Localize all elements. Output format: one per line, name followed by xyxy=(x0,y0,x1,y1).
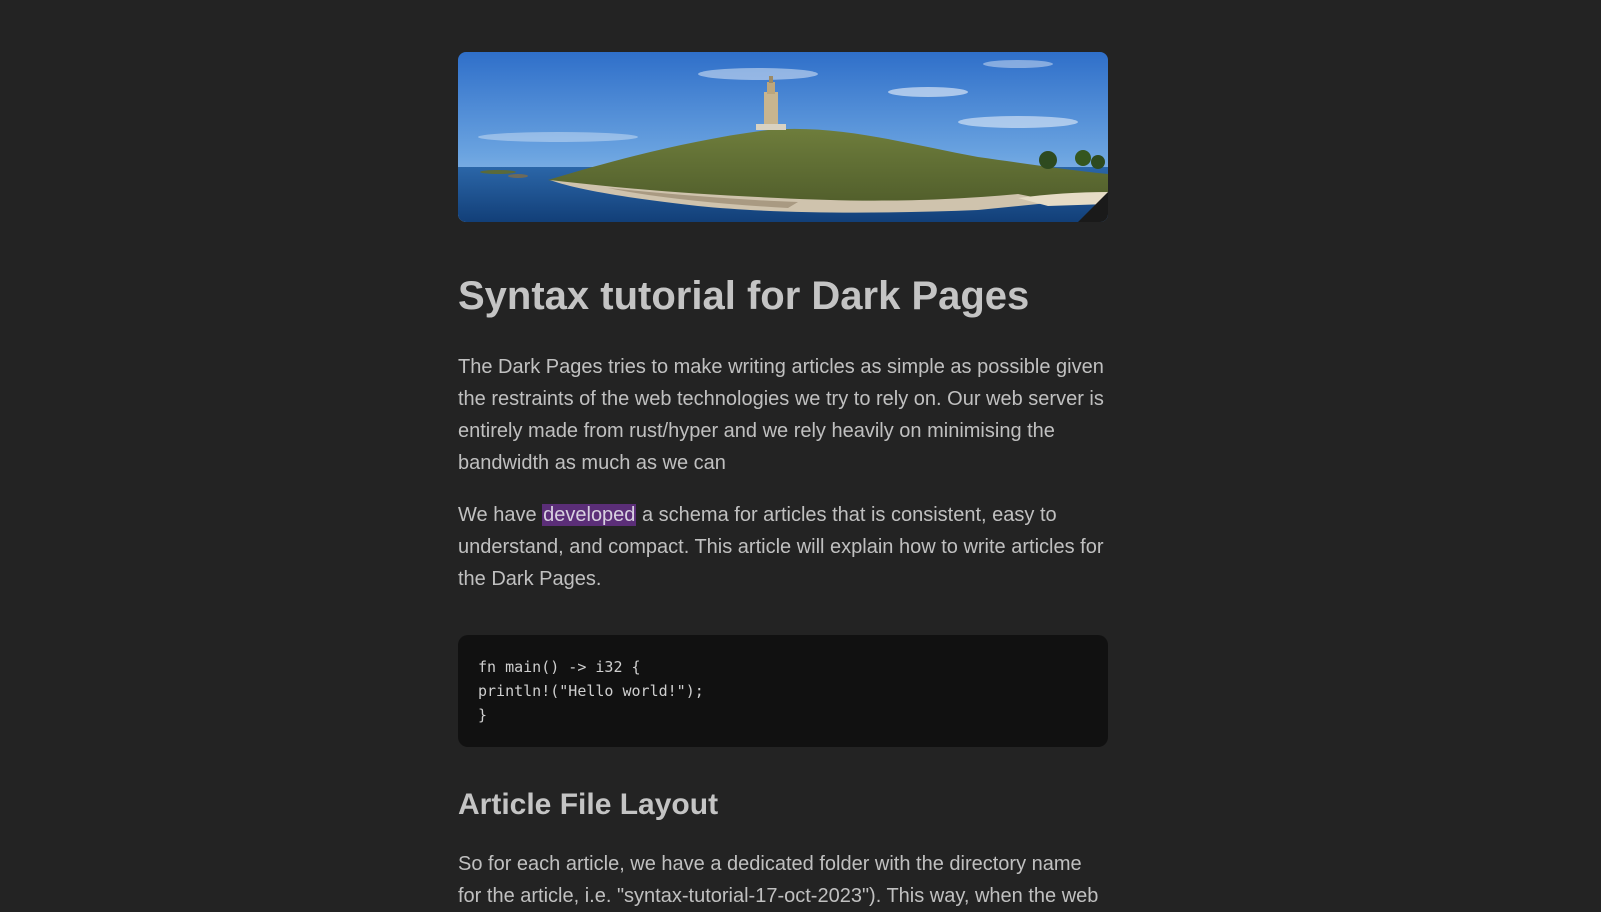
code-block[interactable]: fn main() -> i32 { println!("Hello world!… xyxy=(458,635,1108,747)
highlighted-word[interactable]: developed xyxy=(542,504,637,526)
section-heading: Article File Layout xyxy=(458,788,719,821)
code-line: fn main() -> i32 { xyxy=(478,658,641,676)
intro-paragraph: The Dark Pages tries to make writing art… xyxy=(458,356,1104,474)
section-paragraph: So for each article, we have a dedicated… xyxy=(458,848,1108,912)
page-title: Syntax tutorial for Dark Pages xyxy=(458,274,1030,318)
section-paragraph-line: So for each article, we have a dedicated… xyxy=(458,853,1082,875)
code-line: } xyxy=(478,706,488,724)
section-paragraph-line: for the article, i.e. "syntax-tutorial-1… xyxy=(458,885,1099,907)
schema-paragraph: We have developed a schema for articles … xyxy=(458,499,1108,595)
article: Syntax tutorial for Dark Pages The Dark … xyxy=(458,52,1108,912)
schema-paragraph-start: We have xyxy=(458,504,543,526)
code-line: println!("Hello world!"); xyxy=(478,682,704,700)
hero-image-lighthouse xyxy=(458,52,1108,222)
